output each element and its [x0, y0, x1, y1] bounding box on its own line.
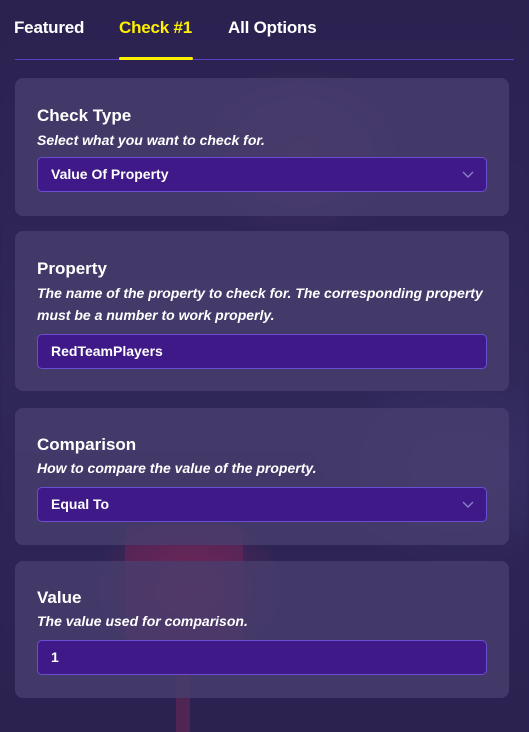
chevron-down-icon — [462, 171, 474, 178]
chevron-down-icon — [462, 501, 474, 508]
property-card: Property The name of the property to che… — [15, 231, 509, 391]
check-type-title: Check Type — [37, 106, 132, 125]
tab-check-1[interactable]: Check #1 — [119, 18, 192, 38]
value-input-value: 1 — [51, 649, 59, 665]
options-panel: Featured Check #1 All Options Check Type… — [0, 0, 529, 698]
comparison-card: Comparison How to compare the value of t… — [15, 408, 509, 545]
comparison-dropdown[interactable]: Equal To — [37, 487, 487, 522]
comparison-title: Comparison — [37, 435, 137, 454]
value-card: Value The value used for comparison. 1 — [15, 561, 509, 698]
check-type-description: Select what you want to check for. — [37, 132, 265, 148]
value-title: Value — [37, 588, 82, 607]
check-type-card: Check Type Select what you want to check… — [15, 78, 509, 216]
check-type-selected-value: Value Of Property — [51, 166, 169, 182]
property-input[interactable]: RedTeamPlayers — [37, 334, 487, 369]
comparison-description: How to compare the value of the property… — [37, 460, 317, 476]
check-type-dropdown[interactable]: Value Of Property — [37, 157, 487, 192]
tab-all-options[interactable]: All Options — [228, 18, 317, 38]
active-tab-indicator — [119, 57, 193, 60]
comparison-selected-value: Equal To — [51, 496, 110, 512]
property-title: Property — [37, 259, 107, 278]
value-description: The value used for comparison. — [37, 613, 248, 629]
tab-bar: Featured Check #1 All Options — [14, 0, 514, 60]
value-input[interactable]: 1 — [37, 640, 487, 675]
property-input-value: RedTeamPlayers — [51, 343, 163, 359]
tab-featured[interactable]: Featured — [14, 18, 84, 38]
property-description: The name of the property to check for. T… — [37, 285, 483, 323]
